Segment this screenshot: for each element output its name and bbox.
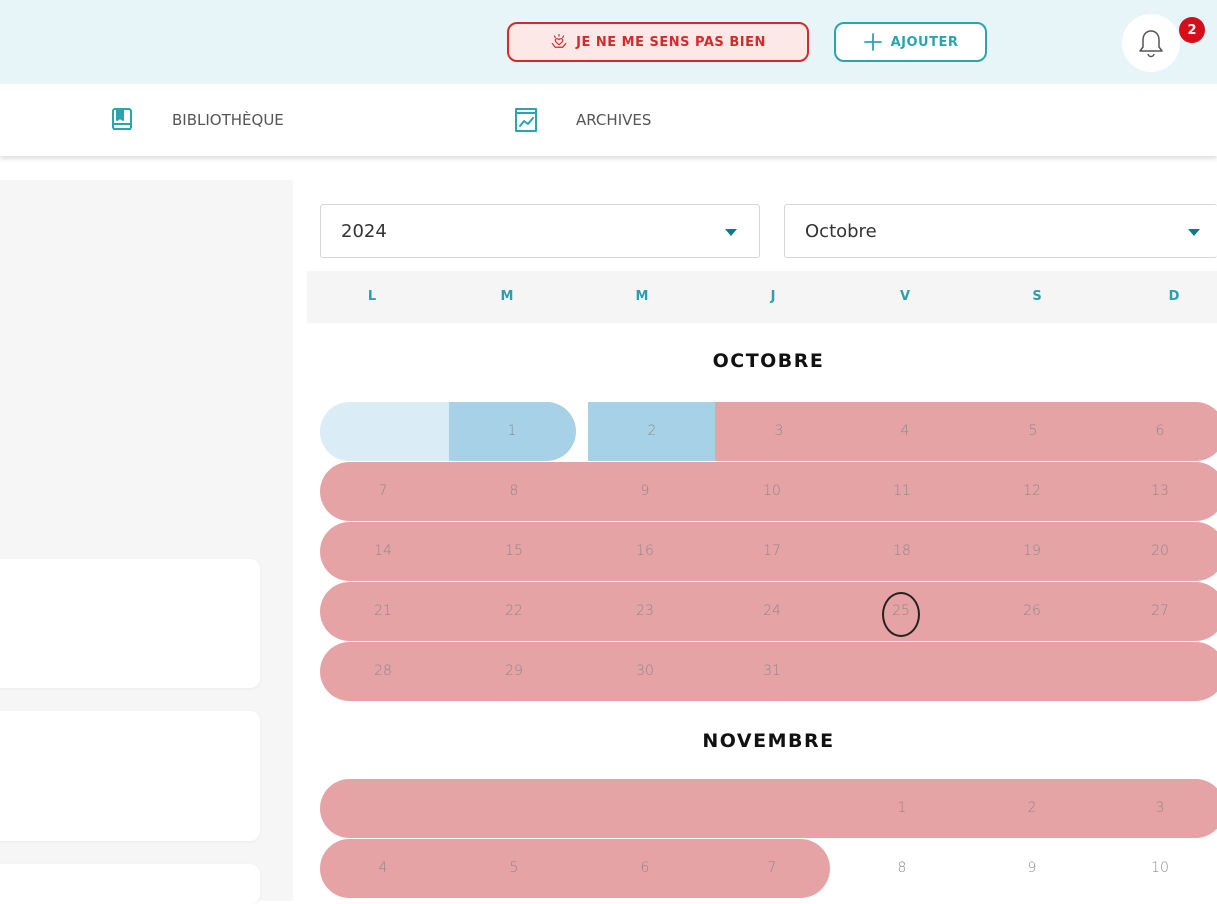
calendar-day[interactable]: 17	[752, 543, 792, 559]
calendar-day[interactable]: 22	[494, 603, 534, 619]
month-title: NOVEMBRE	[702, 730, 835, 752]
calendar-day[interactable]: 18	[882, 543, 922, 559]
today-indicator	[882, 592, 920, 637]
weekday-label: V	[899, 289, 911, 304]
nav-item-library-label: BIBLIOTHÈQUE	[172, 111, 284, 129]
calendar-day[interactable]: 31	[752, 663, 792, 679]
calendar-day[interactable]: 12	[1012, 483, 1052, 499]
weekday-label: M	[500, 289, 514, 304]
calendar-day[interactable]: 9	[1012, 860, 1052, 876]
nav-item-archives-label: ARCHIVES	[576, 111, 652, 129]
calendar-day[interactable]: 29	[494, 663, 534, 679]
feeling-unwell-button[interactable]: JE NE ME SENS PAS BIEN	[507, 22, 809, 62]
calendar-day[interactable]: 7	[752, 860, 792, 876]
weekday-label: J	[770, 289, 776, 304]
month-title: OCTOBRE	[712, 350, 825, 372]
notification-badge: 2	[1179, 17, 1205, 43]
period-band	[320, 402, 450, 461]
year-select-value: 2024	[341, 220, 387, 242]
calendar-day[interactable]: 10	[1140, 860, 1180, 876]
top-bar: JE NE ME SENS PAS BIEN AJOUTER 2	[0, 0, 1217, 84]
add-label: AJOUTER	[890, 34, 959, 50]
month-select[interactable]: Octobre	[784, 204, 1217, 258]
calendar-day[interactable]: 8	[494, 483, 534, 499]
calendar-day[interactable]: 5	[494, 860, 534, 876]
feeling-unwell-label: JE NE ME SENS PAS BIEN	[576, 34, 766, 50]
calendar-day[interactable]: 2	[1012, 800, 1052, 816]
calendar-day[interactable]: 28	[363, 663, 403, 679]
symptom-band	[320, 779, 1217, 838]
caret-down-icon	[1188, 229, 1200, 236]
calendar-day[interactable]: 3	[759, 423, 799, 439]
calendar-day[interactable]: 6	[1140, 423, 1180, 439]
nav-item-library[interactable]: BIBLIOTHÈQUE	[108, 84, 284, 156]
calendar-day[interactable]: 8	[882, 860, 922, 876]
calendar-day[interactable]: 4	[363, 860, 403, 876]
info-card[interactable]	[0, 559, 260, 688]
calendar-day[interactable]: 30	[625, 663, 665, 679]
calendar-day[interactable]: 1	[882, 800, 922, 816]
calendar-day[interactable]: 7	[363, 483, 403, 499]
calendar-day[interactable]: 3	[1140, 800, 1180, 816]
calendar-day[interactable]: 5	[1013, 423, 1053, 439]
weekday-label: D	[1168, 289, 1180, 304]
calendar-day[interactable]: 10	[752, 483, 792, 499]
calendar-day[interactable]: 23	[625, 603, 665, 619]
calendar-day[interactable]: 14	[363, 543, 403, 559]
archive-chart-icon	[512, 104, 540, 136]
calendar-day[interactable]: 27	[1140, 603, 1180, 619]
calendar-day[interactable]: 2	[632, 423, 672, 439]
weekday-label: M	[635, 289, 649, 304]
calendar-day[interactable]: 6	[625, 860, 665, 876]
hands-heart-icon	[550, 33, 568, 51]
add-button[interactable]: AJOUTER	[834, 22, 987, 62]
bell-icon	[1137, 28, 1165, 58]
calendar-day[interactable]: 20	[1140, 543, 1180, 559]
calendar-day[interactable]: 1	[492, 423, 532, 439]
year-select[interactable]: 2024	[320, 204, 760, 258]
nav-item-archives[interactable]: ARCHIVES	[512, 84, 651, 156]
notifications-button[interactable]	[1122, 14, 1180, 72]
weekday-label: S	[1032, 289, 1042, 304]
calendar-day[interactable]: 13	[1140, 483, 1180, 499]
calendar-day[interactable]: 15	[494, 543, 534, 559]
calendar-day[interactable]: 19	[1012, 543, 1052, 559]
nav-bar: BIBLIOTHÈQUE ARCHIVES	[0, 84, 1217, 156]
info-card[interactable]	[0, 711, 260, 841]
plus-icon	[863, 32, 883, 52]
calendar-day[interactable]: 24	[752, 603, 792, 619]
weekday-label: L	[367, 289, 377, 304]
caret-down-icon	[725, 229, 737, 236]
calendar-day[interactable]: 26	[1012, 603, 1052, 619]
calendar-day[interactable]: 16	[625, 543, 665, 559]
weekday-header: L M M J V S D	[307, 271, 1217, 323]
month-select-value: Octobre	[805, 220, 877, 242]
calendar-day[interactable]: 9	[625, 483, 665, 499]
calendar-day[interactable]: 4	[885, 423, 925, 439]
book-icon	[108, 106, 136, 134]
info-card[interactable]	[0, 864, 260, 904]
calendar-day[interactable]: 11	[882, 483, 922, 499]
calendar-day[interactable]: 21	[363, 603, 403, 619]
